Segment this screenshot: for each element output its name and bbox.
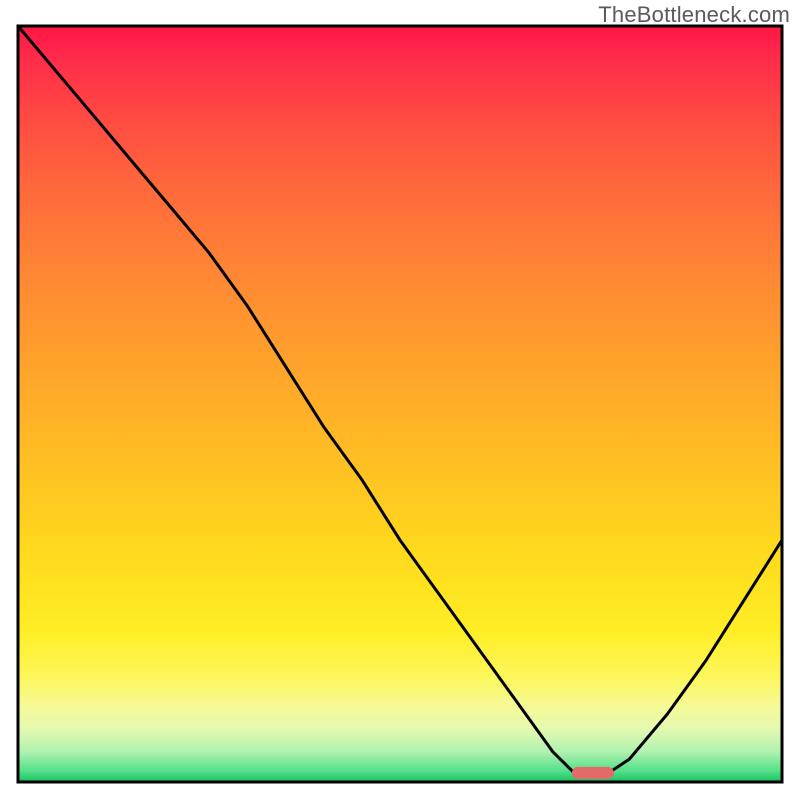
- optimal-range-marker: [572, 767, 614, 779]
- bottleneck-chart: [0, 0, 800, 800]
- plot-background: [18, 26, 782, 782]
